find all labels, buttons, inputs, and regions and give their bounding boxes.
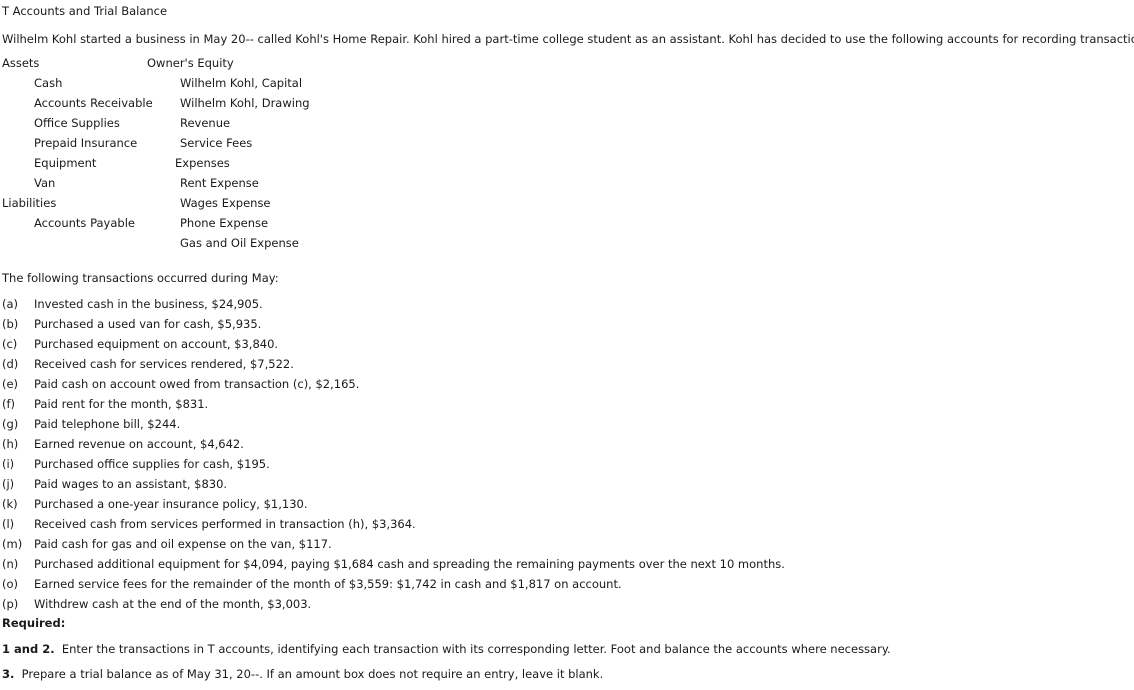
transaction-row: (c) Purchased equipment on account, $3,84… — [0, 334, 1130, 354]
account-name-right: Owner's Equity — [147, 56, 234, 70]
transaction-label: (d) — [2, 357, 19, 371]
transaction-text: Paid wages to an assistant, $830. — [34, 477, 228, 491]
transaction-label: (c) — [2, 337, 18, 351]
account-row: Gas and Oil Expense — [0, 233, 560, 253]
required-item-3-text: Prepare a trial balance as of May 31, 20… — [14, 667, 604, 681]
account-row: Accounts Payable Phone Expense — [0, 213, 560, 233]
transaction-text: Purchased a used van for cash, $5,935. — [34, 317, 262, 331]
transaction-label: (a) — [2, 297, 19, 311]
account-name-left: Van — [34, 176, 56, 190]
transaction-label: (e) — [2, 377, 19, 391]
transaction-row: (a) Invested cash in the business, $24,90… — [0, 294, 1130, 314]
transaction-row: (i) Purchased office supplies for cash, $… — [0, 454, 1130, 474]
transaction-text: Earned service fees for the remainder of… — [34, 577, 622, 591]
account-name-right: Revenue — [180, 116, 231, 130]
account-name-right: Wilhelm Kohl, Capital — [180, 76, 303, 90]
transaction-label: (k) — [2, 497, 18, 511]
transaction-label: (f) — [2, 397, 16, 411]
transaction-label: (n) — [2, 557, 19, 571]
account-name-right: Service Fees — [180, 136, 253, 150]
transaction-text: Purchased equipment on account, $3,840. — [34, 337, 279, 351]
required-item-1-number: 1 and 2. — [2, 642, 55, 656]
account-row: Liabilities Wages Expense — [0, 193, 560, 213]
transaction-label: (h) — [2, 437, 19, 451]
account-name-right: Expenses — [175, 156, 230, 170]
account-row: Equipment Expenses — [0, 153, 560, 173]
transaction-text: Purchased a one-year insurance policy, $… — [34, 497, 308, 511]
transaction-row: (n) Purchased additional equipment for $4… — [0, 554, 1130, 574]
account-name-right: Rent Expense — [180, 176, 259, 190]
transactions-list: (a) Invested cash in the business, $24,90… — [0, 294, 1130, 614]
account-name-left: Liabilities — [2, 196, 57, 210]
transaction-text: Invested cash in the business, $24,905. — [34, 297, 263, 311]
transaction-text: Paid telephone bill, $244. — [34, 417, 181, 431]
transaction-label: (m) — [2, 537, 23, 551]
transaction-text: Paid cash for gas and oil expense on the… — [34, 537, 332, 551]
account-name-right: Wages Expense — [180, 196, 271, 210]
transaction-row: (h) Earned revenue on account, $4,642. — [0, 434, 1130, 454]
page-title: T Accounts and Trial Balance — [2, 4, 168, 18]
transaction-text: Paid cash on account owed from transacti… — [34, 377, 360, 391]
account-name-left: Equipment — [34, 156, 97, 170]
required-item-3-number: 3. — [2, 667, 15, 681]
transaction-row: (m) Paid cash for gas and oil expense on … — [0, 534, 1130, 554]
required-item-1-and-2: 1 and 2. Enter the transactions in T acc… — [2, 642, 891, 656]
account-name-right: Phone Expense — [180, 216, 269, 230]
account-name-right: Gas and Oil Expense — [180, 236, 299, 250]
intro-paragraph: Wilhelm Kohl started a business in May 2… — [2, 32, 1134, 46]
transaction-text: Received cash for services rendered, $7,… — [34, 357, 294, 371]
account-name-left: Prepaid Insurance — [34, 136, 138, 150]
account-name-left: Assets — [2, 56, 40, 70]
transaction-text: Purchased office supplies for cash, $195… — [34, 457, 270, 471]
account-name-left: Office Supplies — [34, 116, 120, 130]
transaction-label: (p) — [2, 597, 19, 611]
transaction-row: (f) Paid rent for the month, $831. — [0, 394, 1130, 414]
account-name-left: Accounts Receivable — [34, 96, 153, 110]
transaction-row: (d) Received cash for services rendered, … — [0, 354, 1130, 374]
transaction-row: (e) Paid cash on account owed from transa… — [0, 374, 1130, 394]
account-name-right: Wilhelm Kohl, Drawing — [180, 96, 310, 110]
transaction-row: (b) Purchased a used van for cash, $5,935… — [0, 314, 1130, 334]
transaction-text: Withdrew cash at the end of the month, $… — [34, 597, 312, 611]
transaction-text: Received cash from services performed in… — [34, 517, 416, 531]
transaction-text: Purchased additional equipment for $4,09… — [34, 557, 785, 571]
transaction-label: (o) — [2, 577, 19, 591]
transaction-label: (l) — [2, 517, 15, 531]
transaction-label: (b) — [2, 317, 19, 331]
transaction-row: (k) Purchased a one-year insurance policy… — [0, 494, 1130, 514]
transaction-label: (i) — [2, 457, 15, 471]
required-heading: Required: — [2, 616, 66, 630]
account-row: Van Rent Expense — [0, 173, 560, 193]
transaction-row: (g) Paid telephone bill, $244. — [0, 414, 1130, 434]
account-name-left: Cash — [34, 76, 63, 90]
document-page: T Accounts and Trial Balance Wilhelm Koh… — [0, 0, 1134, 690]
transaction-text: Paid rent for the month, $831. — [34, 397, 209, 411]
account-name-left: Accounts Payable — [34, 216, 135, 230]
account-row: Accounts Receivable Wilhelm Kohl, Drawing — [0, 93, 560, 113]
account-row: Office Supplies Revenue — [0, 113, 560, 133]
transaction-row: (l) Received cash from services performed… — [0, 514, 1130, 534]
chart-of-accounts: Assets Owner's Equity Cash Wilhelm Kohl, Ca… — [0, 53, 560, 253]
transaction-row: (p) Withdrew cash at the end of the month… — [0, 594, 1130, 614]
required-item-1-text: Enter the transactions in T accounts, id… — [54, 642, 891, 656]
account-row: Prepaid Insurance Service Fees — [0, 133, 560, 153]
account-row: Assets Owner's Equity — [0, 53, 560, 73]
transaction-text: Earned revenue on account, $4,642. — [34, 437, 244, 451]
account-row: Cash Wilhelm Kohl, Capital — [0, 73, 560, 93]
required-item-3: 3. Prepare a trial balance as of May 31,… — [2, 667, 603, 681]
transaction-label: (j) — [2, 477, 15, 491]
transaction-label: (g) — [2, 417, 19, 431]
transactions-intro: The following transactions occurred duri… — [2, 271, 279, 285]
transaction-row: (j) Paid wages to an assistant, $830. — [0, 474, 1130, 494]
transaction-row: (o) Earned service fees for the remainder… — [0, 574, 1130, 594]
